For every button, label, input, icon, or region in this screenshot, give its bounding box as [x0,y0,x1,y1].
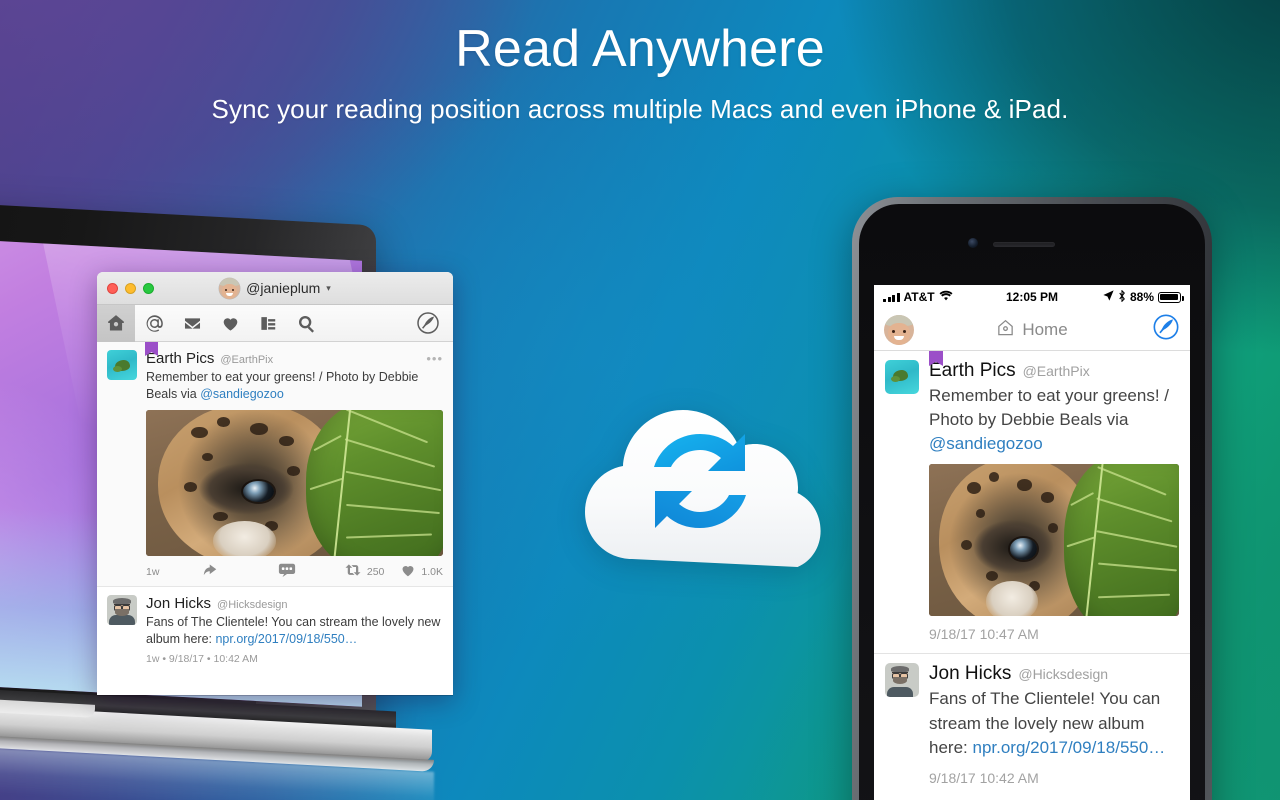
ios-nav-bar[interactable]: Home [874,309,1190,351]
tweet-author-name[interactable]: Jon Hicks [929,663,1011,685]
battery-icon [1158,291,1184,303]
retweet-button[interactable]: 250 [344,563,385,580]
compose-quill-icon [416,311,440,335]
retweet-count: 250 [366,565,385,578]
minimize-button[interactable] [125,282,136,294]
home-icon [996,318,1015,342]
tweet-item[interactable]: Jon Hicks @Hicksdesign Fans of The Clien… [874,653,1190,796]
tweet-link[interactable]: @sandiegozoo [200,387,284,401]
tweet-meta: 1w • 9/18/17 • 10:42 AM [146,653,258,665]
mentions-icon [145,314,164,333]
hero-text-block: Read Anywhere Sync your reading position… [0,0,1280,125]
tweet-text: Fans of The Clientele! You can stream th… [146,614,443,649]
toolbar-mentions-button[interactable] [135,305,173,342]
mac-toolbar[interactable] [97,304,453,342]
chevron-down-icon[interactable]: ▾ [326,283,331,294]
avatar[interactable] [885,360,919,394]
mac-timeline[interactable]: Earth Pics @EarthPix ••• Remember to eat… [97,342,453,675]
avatar[interactable] [885,663,919,698]
tweet-link[interactable]: npr.org/2017/09/18/550… [215,632,357,646]
home-icon [106,313,126,333]
tweet-photo[interactable] [146,409,443,556]
toolbar-search-button[interactable] [287,305,325,342]
tweet-author-handle[interactable]: @Hicksdesign [217,599,287,611]
tweet-text: Remember to eat your greens! / Photo by … [146,369,443,404]
account-handle: @janieplum [246,280,321,296]
iphone-front-camera [968,238,978,248]
avatar[interactable] [884,314,914,345]
tweet-author-handle[interactable]: @EarthPix [220,354,273,366]
toolbar-messages-button[interactable] [173,305,211,342]
tweet-photo[interactable] [929,464,1179,617]
tweet-link[interactable]: @sandiegozoo [929,434,1043,453]
quote-button[interactable] [278,563,296,580]
tweet-item[interactable]: Earth Pics @EarthPix Remember to eat you… [874,351,1190,653]
tweet-item[interactable]: Jon Hicks @Hicksdesign Fans of The Clien… [97,585,453,675]
tweet-text-body: Remember to eat your greens! / Photo by … [929,386,1170,430]
window-traffic-lights[interactable] [97,282,154,294]
search-icon [297,314,316,333]
tweet-timestamp: 1w [146,565,160,578]
cloud-sync-icon [560,383,840,573]
cloud-shape [585,410,821,567]
tweet-text: Remember to eat your greens! / Photo by … [929,384,1179,456]
tweet-more-menu-icon[interactable]: ••• [426,351,443,366]
avatar [219,277,241,299]
iphone-device: AT&T 12:05 PM 88% Home Earth Pics @Earth… [852,197,1212,800]
reply-button[interactable] [203,563,220,580]
mac-titlebar: @janieplum ▾ [97,272,453,305]
tweet-action-bar[interactable]: 1w 250 1.0K [146,558,443,586]
status-time: 12:05 PM [1005,290,1059,304]
list-icon [259,314,278,333]
zoom-button[interactable] [143,282,154,294]
tweet-link[interactable]: npr.org/2017/09/18/550… [972,738,1165,757]
page-subtitle: Sync your reading position across multip… [211,93,1069,124]
tweet-author-handle[interactable]: @EarthPix [1023,363,1090,379]
ios-timeline[interactable]: Earth Pics @EarthPix Remember to eat you… [874,351,1190,797]
retweet-icon [344,563,362,580]
toolbar-lists-button[interactable] [249,305,287,342]
mac-twitter-window[interactable]: @janieplum ▾ Earth Pics @EarthPix ••• Re… [97,272,453,695]
toolbar-compose-button[interactable] [409,305,447,342]
quote-bubble-icon [278,563,296,580]
iphone-earpiece-speaker [993,242,1055,247]
toolbar-likes-button[interactable] [211,305,249,342]
iphone-screen[interactable]: AT&T 12:05 PM 88% Home Earth Pics @Earth… [874,285,1190,800]
nav-title-group[interactable]: Home [874,318,1190,342]
compose-button[interactable] [1152,313,1180,346]
heart-icon [400,563,416,580]
avatar[interactable] [107,350,137,380]
like-button[interactable]: 1.0K [400,563,443,580]
nav-title: Home [1022,319,1068,339]
ios-status-bar: AT&T 12:05 PM 88% [874,285,1190,309]
tweet-text: Fans of The Clientele! You can stream th… [929,687,1179,759]
like-count: 1.0K [421,565,443,578]
tweet-author-handle[interactable]: @Hicksdesign [1018,666,1108,682]
reply-arrow-icon [203,563,220,580]
tweet-author-name[interactable]: Jon Hicks [146,595,211,612]
page-title: Read Anywhere [455,20,825,78]
heart-icon [221,314,240,333]
avatar[interactable] [107,594,137,625]
tweet-meta: 9/18/17 10:42 AM [929,769,1039,786]
tweet-item[interactable]: Earth Pics @EarthPix ••• Remember to eat… [97,342,453,586]
toolbar-home-button[interactable] [97,304,135,342]
tweet-meta: 9/18/17 10:47 AM [929,626,1039,643]
close-button[interactable] [107,282,118,294]
envelope-icon [183,314,202,333]
